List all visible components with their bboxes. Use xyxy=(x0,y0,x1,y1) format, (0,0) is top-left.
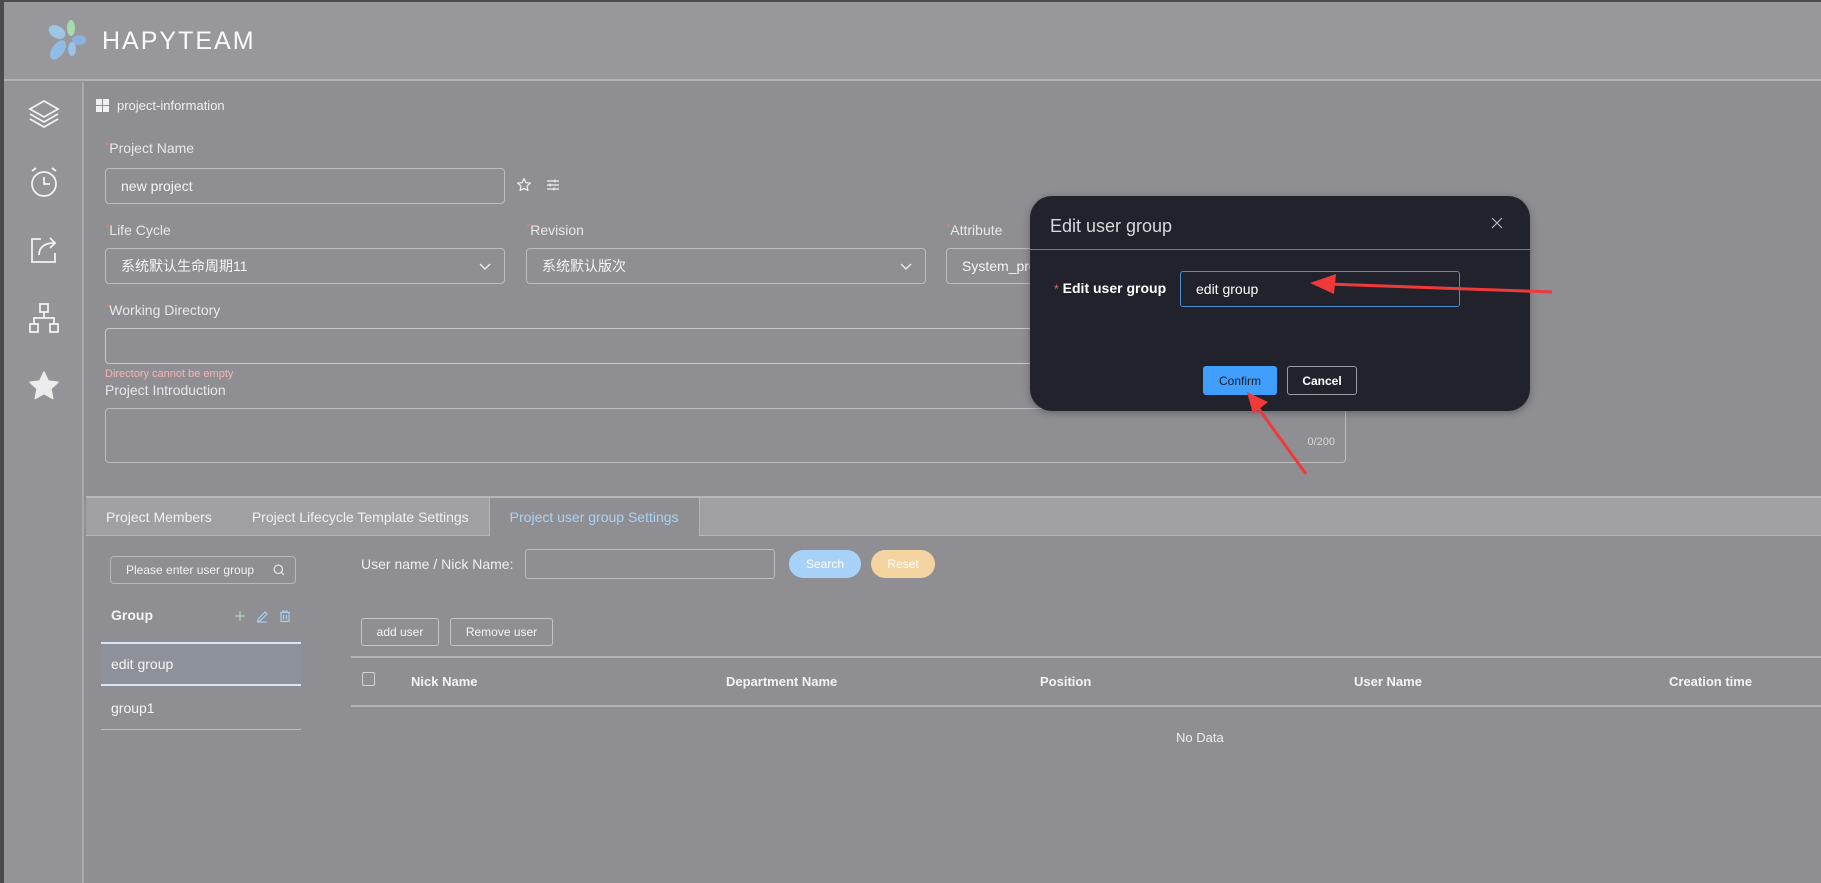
column-position[interactable]: Position xyxy=(1040,674,1091,689)
sidebar-item-share[interactable] xyxy=(26,232,62,268)
tab-user-group-settings[interactable]: Project user group Settings xyxy=(488,498,700,536)
grid-icon xyxy=(96,99,109,112)
chevron-down-icon xyxy=(900,263,912,270)
layers-icon xyxy=(28,99,60,129)
select-all-checkbox[interactable] xyxy=(362,672,375,686)
cancel-button[interactable]: Cancel xyxy=(1287,366,1357,395)
breadcrumb-label: project-information xyxy=(117,98,225,113)
group-search-input[interactable]: Please enter user group xyxy=(110,556,296,584)
reset-button[interactable]: Reset xyxy=(871,550,935,578)
confirm-button[interactable]: Confirm xyxy=(1203,366,1277,395)
char-counter: 0/200 xyxy=(1307,436,1335,448)
tab-bar: Project Members Project Lifecycle Templa… xyxy=(86,496,1821,536)
flower-logo-icon xyxy=(48,20,86,60)
dialog-divider xyxy=(1030,249,1530,250)
app-header: HAPYTEAM xyxy=(4,2,1821,81)
table-top-border xyxy=(351,656,1821,658)
star-icon xyxy=(29,371,59,400)
edit-user-group-dialog: Edit user group * Edit user group edit gr… xyxy=(1030,196,1530,411)
column-nick-name[interactable]: Nick Name xyxy=(411,674,477,689)
group-title: Group xyxy=(111,607,153,623)
sidebar xyxy=(4,82,84,883)
attribute-label: *Attribute xyxy=(946,222,1003,238)
group-name-input[interactable]: edit group xyxy=(1180,271,1460,307)
sidebar-item-favorites[interactable] xyxy=(26,368,62,404)
sidebar-item-hierarchy[interactable] xyxy=(26,300,62,336)
breadcrumb: project-information xyxy=(96,98,225,113)
group-item-edit-group[interactable]: edit group xyxy=(101,642,301,686)
hierarchy-icon xyxy=(29,303,59,333)
star-outline-icon[interactable] xyxy=(516,177,532,193)
working-directory-error: Directory cannot be empty xyxy=(105,368,234,380)
search-button[interactable]: Search xyxy=(789,550,861,578)
sliders-icon[interactable] xyxy=(546,178,560,192)
working-directory-label: *Working Directory xyxy=(105,302,221,318)
column-department-name[interactable]: Department Name xyxy=(726,674,837,689)
main-content: project-information *Project Name new pr… xyxy=(86,82,1821,883)
tab-lifecycle-template-settings[interactable]: Project Lifecycle Template Settings xyxy=(232,498,489,536)
search-icon[interactable] xyxy=(273,564,285,576)
add-group-icon[interactable] xyxy=(233,609,247,623)
life-cycle-label: *Life Cycle xyxy=(105,222,171,238)
edit-group-icon[interactable] xyxy=(255,609,269,623)
column-creation-time[interactable]: Creation time xyxy=(1669,674,1752,689)
alarm-clock-icon xyxy=(31,167,57,197)
table-header-border xyxy=(351,705,1821,707)
sidebar-item-layers[interactable] xyxy=(26,96,62,132)
delete-group-icon[interactable] xyxy=(278,609,292,623)
empty-table-text: No Data xyxy=(1176,730,1224,745)
share-icon xyxy=(31,237,57,263)
project-name-label: *Project Name xyxy=(105,140,195,156)
add-user-button[interactable]: add user xyxy=(361,618,439,646)
username-filter-label: User name / Nick Name: xyxy=(361,556,514,572)
brand-name: HAPYTEAM xyxy=(102,27,256,55)
dialog-title: Edit user group xyxy=(1050,216,1173,236)
chevron-down-icon xyxy=(479,263,491,270)
life-cycle-select[interactable]: 系统默认生命周期11 xyxy=(105,248,505,284)
project-introduction-label: Project Introduction xyxy=(105,382,226,398)
username-filter-input[interactable] xyxy=(525,549,775,579)
revision-select[interactable]: 系统默认版次 xyxy=(526,248,926,284)
revision-label: *Revision xyxy=(526,222,584,238)
sidebar-item-alarm[interactable] xyxy=(26,164,62,200)
project-name-input[interactable]: new project xyxy=(105,168,505,204)
project-introduction-textarea[interactable]: 0/200 xyxy=(105,408,1346,463)
group-name-label: * Edit user group xyxy=(1054,280,1167,296)
close-icon[interactable] xyxy=(1490,216,1504,230)
group-item-group1[interactable]: group1 xyxy=(101,686,301,730)
remove-user-button[interactable]: Remove user xyxy=(450,618,553,646)
column-user-name[interactable]: User Name xyxy=(1354,674,1422,689)
tab-project-members[interactable]: Project Members xyxy=(86,498,232,536)
